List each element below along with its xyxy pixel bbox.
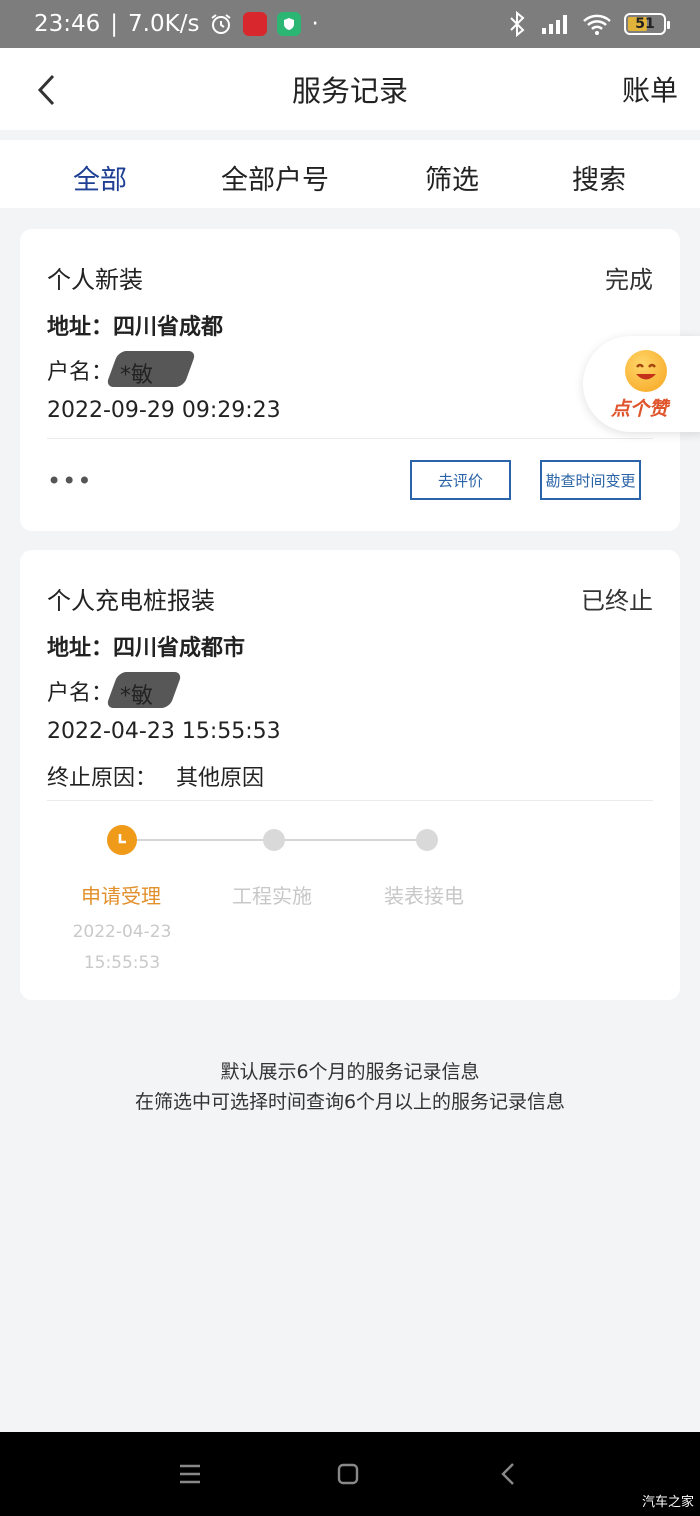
battery-icon: 51	[624, 13, 670, 35]
record-status: 完成	[605, 266, 653, 294]
network-speed: 7.0K/s	[128, 11, 200, 37]
system-nav-bar: 汽车之家	[0, 1432, 700, 1516]
progress-step-dot	[263, 829, 285, 851]
progress-step-label: 工程实施	[232, 884, 312, 908]
progress-step-label: 装表接电	[384, 884, 464, 908]
account-name-row: 户名： *敏	[47, 672, 183, 710]
record-address: 地址：四川省成都市	[47, 636, 246, 661]
progress-step-label: 申请受理	[81, 884, 161, 908]
status-time: 23:46	[34, 11, 101, 37]
like-label: 点个赞	[611, 398, 669, 420]
record-type: 个人新装	[47, 266, 143, 294]
record-datetime: 2022-09-29 09:29:23	[47, 398, 281, 423]
divider	[47, 800, 653, 801]
redacted-name: *敏	[105, 672, 183, 710]
rate-button[interactable]: 去评价	[410, 460, 511, 500]
more-notifications-dot: ·	[311, 11, 319, 37]
redacted-name: *敏	[105, 351, 197, 389]
home-square-icon	[337, 1463, 359, 1485]
back-arrow-icon	[501, 1463, 514, 1485]
app-header: 服务记录 账单	[0, 48, 700, 130]
filter-tabs: 全部 全部户号 筛选 搜索	[0, 140, 700, 208]
tab-filter[interactable]: 筛选	[425, 158, 479, 197]
service-record-card[interactable]: 个人新装 完成 地址：四川省成都 户名： *敏 2022-09-29 09:29…	[20, 229, 680, 531]
bill-link[interactable]: 账单	[622, 69, 678, 109]
tab-all[interactable]: 全部	[73, 158, 127, 197]
like-floating-button[interactable]: 点个赞	[583, 336, 700, 432]
footer-note-line: 在筛选中可选择时间查询6个月以上的服务记录信息	[134, 1091, 566, 1113]
home-button[interactable]	[328, 1458, 368, 1490]
security-app-icon	[277, 12, 302, 36]
app-notification-icon	[243, 12, 268, 36]
page-title: 服务记录	[291, 74, 408, 108]
watermark: 汽车之家	[641, 1495, 694, 1510]
clock-icon	[107, 825, 137, 855]
wifi-icon	[582, 12, 612, 36]
tab-all-accounts[interactable]: 全部户号	[221, 158, 329, 197]
tab-search[interactable]: 搜索	[572, 158, 626, 197]
account-label: 户名：	[47, 360, 114, 385]
footer-note-line: 默认展示6个月的服务记录信息	[220, 1061, 480, 1083]
back-nav-button[interactable]	[488, 1458, 528, 1490]
signal-icon	[538, 12, 570, 36]
termination-reason: 其他原因	[176, 766, 265, 791]
divider	[47, 438, 653, 439]
record-type: 个人充电桩报装	[47, 587, 215, 615]
record-address: 地址：四川省成都	[47, 315, 224, 340]
account-label: 户名：	[47, 681, 114, 706]
alarm-icon	[209, 12, 233, 36]
progress-step-dot	[416, 829, 438, 851]
bluetooth-icon	[508, 11, 526, 37]
record-datetime: 2022-04-23 15:55:53	[47, 719, 281, 744]
service-record-card[interactable]: 个人充电桩报装 已终止 地址：四川省成都市 户名： *敏 2022-04-23 …	[20, 550, 680, 1000]
smiley-icon	[625, 350, 667, 392]
menu-button[interactable]	[170, 1458, 210, 1490]
termination-reason-row: 终止原因： 其他原因	[47, 760, 264, 792]
record-status: 已终止	[581, 587, 653, 615]
change-survey-time-button[interactable]: 勘查时间变更	[540, 460, 641, 500]
more-options-button[interactable]: •••	[47, 467, 92, 495]
menu-icon	[180, 1464, 200, 1484]
status-bar: 23:46 | 7.0K/s · 51	[0, 0, 700, 48]
account-name-row: 户名： *敏	[47, 351, 197, 389]
progress-step-time: 15:55:53	[83, 953, 161, 973]
progress-step-date: 2022-04-23	[72, 922, 172, 942]
termination-reason-label: 终止原因：	[47, 766, 158, 791]
